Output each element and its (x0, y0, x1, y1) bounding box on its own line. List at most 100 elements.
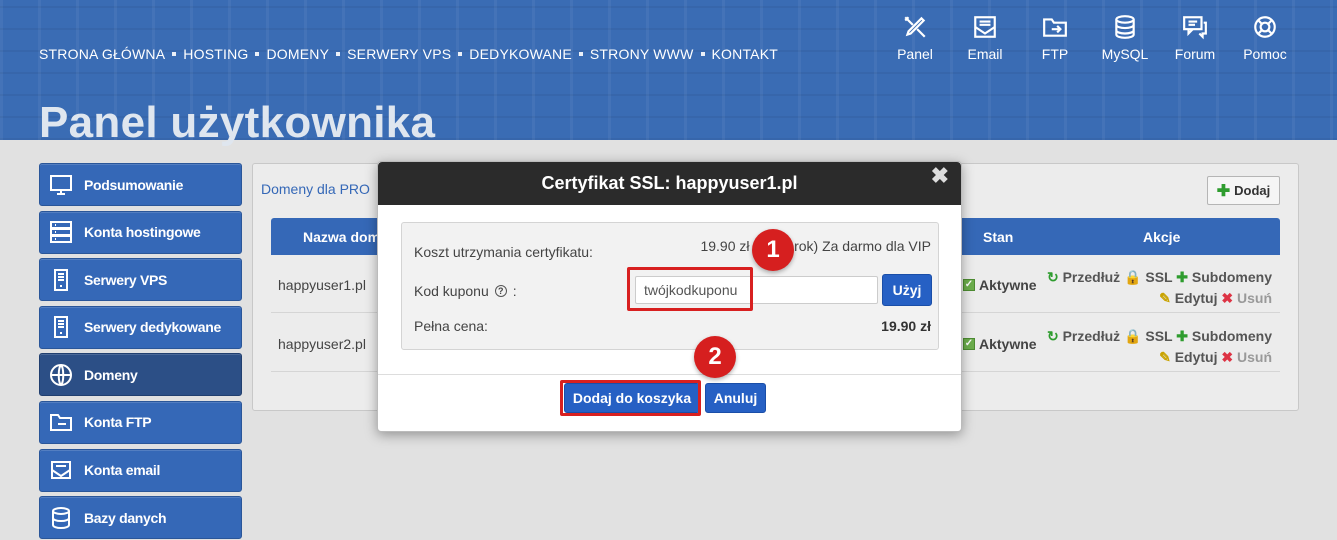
iconnav-panel[interactable]: Panel (880, 14, 950, 62)
delete-icon: ✖ (1221, 290, 1234, 306)
sidebar-item-bazy-danych[interactable]: Bazy danych (39, 496, 242, 540)
cost-value-part: 19.90 zł ( (700, 238, 759, 254)
nav-serwery-vps[interactable]: SERWERY VPS (347, 46, 451, 62)
step-badge-1: 1 (752, 229, 794, 271)
edit-icon: ✎ (1159, 349, 1171, 365)
globe-icon (50, 363, 72, 386)
lock-icon: 🔒 (1124, 269, 1142, 285)
sidebar-item-label: Podsumowanie (84, 176, 184, 193)
ssl-link[interactable]: SSL (1145, 328, 1172, 344)
sidebar-item-podsumowanie[interactable]: Podsumowanie (39, 163, 242, 206)
help-icon[interactable]: ? (494, 285, 507, 297)
check-icon: ✓ (963, 338, 975, 350)
sidebar: Podsumowanie Konta hostingowe Serwery VP… (39, 163, 242, 540)
lifebuoy-icon (1254, 16, 1276, 38)
coupon-label: Kod kuponu?: (414, 283, 517, 299)
renew-icon: ↻ (1046, 328, 1059, 344)
add-label: Dodaj (1234, 183, 1271, 198)
row-actions: ↻ Przedłuż 🔒 SSL ✚ Subdomeny ✎ Edytuj ✖ … (1047, 326, 1272, 368)
nav-separator (255, 52, 260, 56)
nav-strony-www[interactable]: STRONY WWW (590, 46, 694, 62)
sidebar-item-label: Konta FTP (84, 414, 152, 431)
page-title: Panel użytkownika (39, 98, 436, 147)
nav-kontakt[interactable]: KONTAKT (712, 46, 778, 62)
nav-separator (700, 52, 705, 56)
modal-footer-divider (378, 374, 961, 375)
modal-title: Certyfikat SSL: happyuser1.pl (541, 173, 798, 193)
iconnav-pomoc[interactable]: Pomoc (1230, 14, 1300, 62)
panel-title: Domeny dla PRO (261, 181, 370, 197)
subdomains-link[interactable]: Subdomeny (1192, 269, 1272, 285)
row-actions: ↻ Przedłuż 🔒 SSL ✚ Subdomeny ✎ Edytuj ✖ … (1047, 267, 1272, 309)
sidebar-item-label: Serwery dedykowane (84, 319, 221, 336)
nav-hosting[interactable]: HOSTING (183, 46, 248, 62)
col-name-header: Nazwa dom (303, 229, 381, 245)
renew-icon: ↻ (1046, 269, 1059, 285)
apply-coupon-button[interactable]: Użyj (882, 274, 932, 306)
col-status-header: Stan (983, 229, 1014, 245)
nav-strona-glowna[interactable]: STRONA GŁÓWNA (39, 46, 165, 62)
mail-icon (51, 461, 71, 480)
icon-navigation: Panel Email FTP MySQL Forum Pomoc (880, 14, 1300, 62)
nav-separator (458, 52, 463, 56)
iconnav-forum[interactable]: Forum (1160, 14, 1230, 62)
full-price-label: Pełna cena: (414, 318, 488, 334)
check-icon: ✓ (963, 279, 975, 291)
sidebar-item-serwery-dedykowane[interactable]: Serwery dedykowane (39, 305, 242, 349)
nav-dedykowane[interactable]: DEDYKOWANE (469, 46, 572, 62)
cost-value-part: rok) Za darmo dla VIP (794, 238, 931, 254)
edit-link[interactable]: Edytuj (1175, 290, 1218, 306)
nav-domeny[interactable]: DOMENY (266, 46, 329, 62)
delete-icon: ✖ (1221, 349, 1234, 365)
coupon-colon: : (512, 283, 517, 299)
ssl-link[interactable]: SSL (1145, 269, 1172, 285)
status-badge: ✓ Aktywne (963, 336, 1037, 352)
delete-link[interactable]: Usuń (1237, 290, 1272, 306)
step-badge-2: 2 (694, 336, 736, 378)
folder-icon (1043, 18, 1067, 37)
iconnav-label: Panel (897, 46, 933, 62)
iconnav-label: Email (967, 46, 1003, 62)
iconnav-label: Pomoc (1243, 46, 1287, 62)
database-icon (1115, 15, 1135, 39)
delete-link[interactable]: Usuń (1237, 349, 1272, 365)
folder-icon (50, 414, 72, 432)
plus-icon: ✚ (1176, 328, 1188, 344)
sidebar-item-label: Serwery VPS (84, 271, 168, 288)
iconnav-label: Forum (1174, 46, 1216, 62)
server-icon (50, 221, 72, 244)
sidebar-item-konta-hostingowe[interactable]: Konta hostingowe (39, 210, 242, 254)
renew-link[interactable]: Przedłuż (1063, 328, 1121, 344)
subdomains-link[interactable]: Subdomeny (1192, 328, 1272, 344)
iconnav-ftp[interactable]: FTP (1020, 14, 1090, 62)
cancel-button[interactable]: Anuluj (705, 383, 766, 413)
iconnav-mysql[interactable]: MySQL (1090, 14, 1160, 62)
nav-separator (578, 52, 583, 56)
renew-link[interactable]: Przedłuż (1063, 269, 1121, 285)
nav-separator (172, 52, 177, 56)
add-domain-button[interactable]: ✚ Dodaj (1207, 176, 1280, 205)
col-actions-header: Akcje (1143, 229, 1181, 245)
cost-value: 19.90 zł ( rok) Za darmo dla VIP (700, 238, 931, 254)
full-price-value: 19.90 zł (881, 318, 931, 334)
iconnav-email[interactable]: Email (950, 14, 1020, 62)
close-icon[interactable]: ✖ (931, 162, 949, 190)
sidebar-item-label: Domeny (84, 366, 138, 383)
status-text: Aktywne (979, 336, 1037, 352)
nav-separator (336, 52, 341, 56)
cost-label: Koszt utrzymania certyfikatu: (414, 244, 593, 260)
sidebar-item-konta-email[interactable]: Konta email (39, 448, 242, 492)
coupon-label-text: Kod kuponu (414, 283, 489, 299)
iconnav-label: MySQL (1101, 46, 1149, 62)
sidebar-item-domeny[interactable]: Domeny (39, 353, 242, 397)
sidebar-item-serwery-vps[interactable]: Serwery VPS (39, 258, 242, 302)
edit-link[interactable]: Edytuj (1175, 349, 1218, 365)
sidebar-item-label: Konta hostingowe (84, 224, 201, 241)
lock-icon: 🔒 (1124, 328, 1142, 344)
chat-icon (1183, 16, 1207, 40)
monitor-icon (50, 174, 72, 195)
tower-icon (54, 316, 68, 339)
sidebar-item-konta-ftp[interactable]: Konta FTP (39, 400, 242, 444)
modal-header: Certyfikat SSL: happyuser1.pl ✖ (378, 162, 961, 205)
highlight-coupon (627, 267, 753, 311)
